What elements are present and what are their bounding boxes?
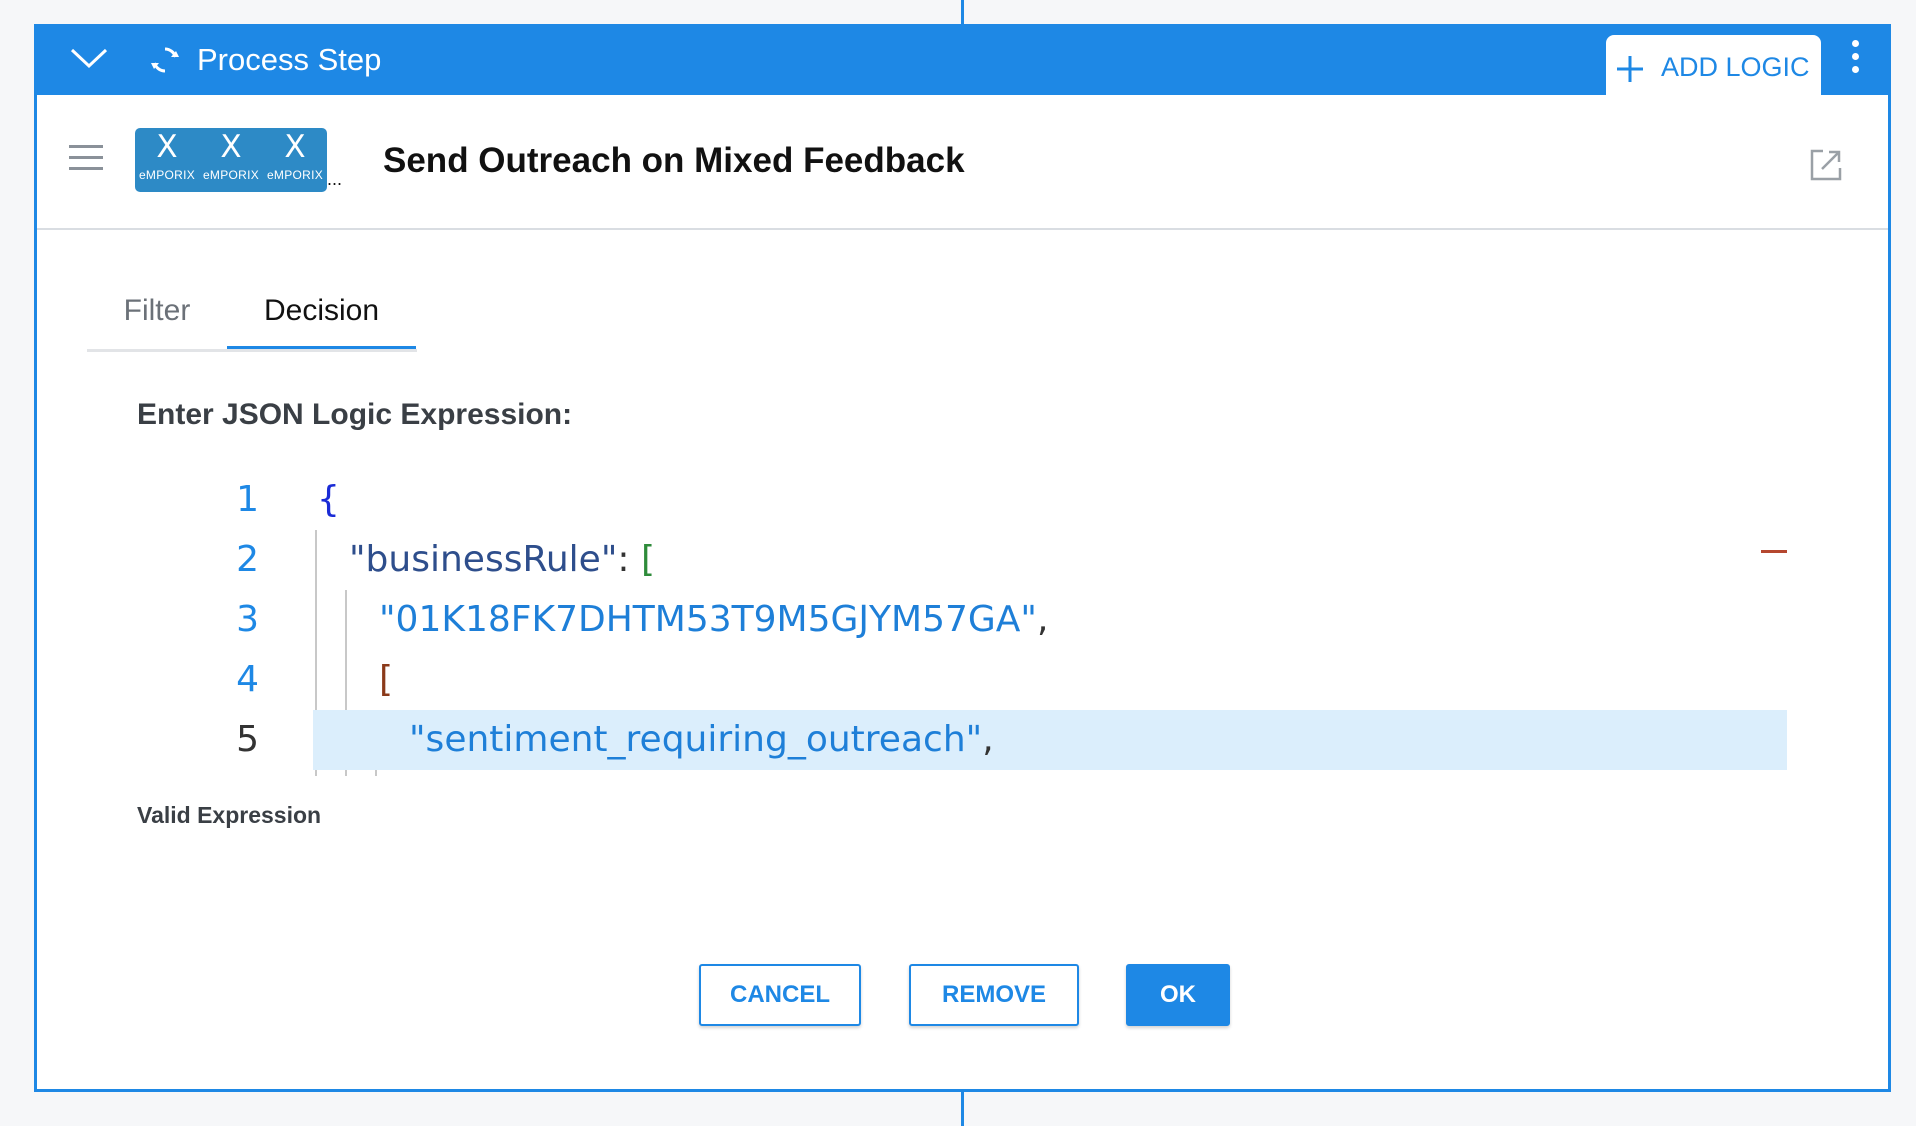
logic-tabs: Filter Decision [87, 284, 417, 352]
flow-connector-bottom [961, 1092, 964, 1126]
menu-icon[interactable] [69, 145, 103, 171]
code-line: 4 [ [236, 659, 394, 700]
overview-ruler-marker [1761, 550, 1787, 553]
step-header: Process Step ADD LOGIC [37, 24, 1888, 95]
validation-status: Valid Expression [137, 802, 330, 829]
tab-decision[interactable]: Decision [227, 284, 416, 349]
add-logic-button[interactable]: ADD LOGIC [1606, 35, 1821, 95]
ok-button[interactable]: OK [1126, 964, 1230, 1026]
sync-icon [151, 47, 179, 73]
process-step-card: Process Step ADD LOGIC X eMPORIX X eMPOR… [34, 24, 1891, 1092]
more-vertical-icon[interactable] [1845, 40, 1865, 80]
header-title: Process Step [197, 42, 382, 77]
code-line: 2 "businessRule": [ [236, 539, 656, 580]
tab-filter[interactable]: Filter [87, 284, 227, 346]
remove-button[interactable]: REMOVE [909, 964, 1079, 1026]
json-expression-label: Enter JSON Logic Expression: [137, 398, 573, 431]
step-subheader: X eMPORIX X eMPORIX X eMPORIX ... Send O… [37, 95, 1888, 230]
add-logic-label: ADD LOGIC [1661, 52, 1810, 82]
collapse-button[interactable] [67, 38, 111, 78]
emporix-logo: X eMPORIX [266, 129, 324, 182]
code-line-active: 5 "sentiment_requiring_outreach", [137, 710, 1787, 770]
emporix-logo: X eMPORIX [202, 129, 260, 182]
code-line: 1 { [236, 479, 340, 520]
open-external-icon[interactable] [1808, 147, 1844, 183]
json-logic-editor[interactable]: 1 { 2 "businessRule": [ 3 "01K18FK7DHTM5… [137, 470, 1787, 776]
chevron-down-icon [70, 48, 108, 69]
code-line: 3 "01K18FK7DHTM53T9M5GJYM57GA", [236, 599, 1049, 640]
plus-icon [1617, 56, 1643, 82]
flow-connector-top [961, 0, 964, 24]
logos-overflow: ... [327, 169, 343, 189]
step-title: Send Outreach on Mixed Feedback [383, 141, 965, 180]
code-line: 6 { [137, 770, 1787, 776]
tenant-logos: X eMPORIX X eMPORIX X eMPORIX [135, 128, 327, 192]
emporix-logo: X eMPORIX [138, 129, 196, 182]
cancel-button[interactable]: CANCEL [699, 964, 861, 1026]
